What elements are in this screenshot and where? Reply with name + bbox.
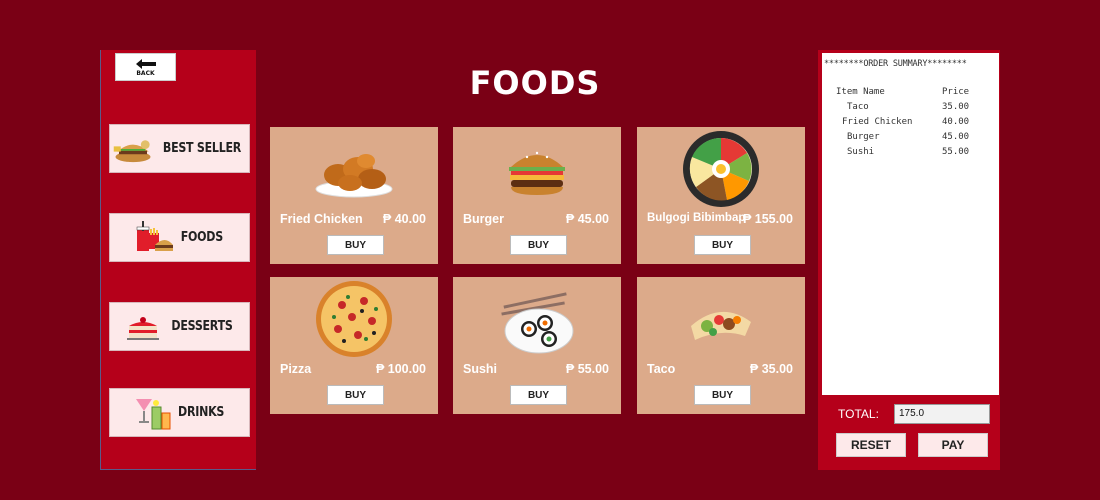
buy-button[interactable]: BUY bbox=[510, 385, 567, 405]
product-name: Sushi bbox=[463, 362, 498, 376]
sidebar-item-drinks[interactable]: DRINKS bbox=[109, 388, 250, 437]
page-title: FOODS bbox=[469, 64, 601, 102]
column-header-price: Price bbox=[942, 87, 970, 97]
product-price: ₱ 155.00 bbox=[742, 212, 793, 226]
buy-button[interactable]: BUY bbox=[327, 235, 384, 255]
cocktail-icon bbox=[130, 395, 172, 431]
order-summary-receipt[interactable]: ********ORDER SUMMARY******** Item Name … bbox=[822, 53, 999, 395]
sidebar-item-label: BEST SELLER bbox=[162, 141, 241, 156]
back-button[interactable]: BACK bbox=[115, 53, 176, 81]
product-card-sushi: Sushi ₱ 55.00 BUY bbox=[453, 277, 621, 414]
pay-button[interactable]: PAY bbox=[918, 433, 988, 457]
sidebar-item-desserts[interactable]: DESSERTS bbox=[109, 302, 250, 351]
burger-image bbox=[453, 135, 621, 207]
order-item-name: Sushi bbox=[847, 147, 875, 157]
product-card-burger: Burger ₱ 45.00 BUY bbox=[453, 127, 621, 264]
sidebar-item-best-seller[interactable]: BEST SELLER bbox=[109, 124, 250, 173]
product-card-taco: Taco ₱ 35.00 BUY bbox=[637, 277, 805, 414]
sidebar-item-foods[interactable]: FOODS bbox=[109, 213, 250, 262]
product-card-bulgogi-bibimbap: Bulgogi Bibimbap ₱ 155.00 BUY bbox=[637, 127, 805, 264]
product-name: Pizza bbox=[280, 362, 312, 376]
total-label: TOTAL: bbox=[838, 407, 879, 421]
fried-chicken-image bbox=[270, 135, 438, 207]
product-price: ₱ 55.00 bbox=[565, 362, 609, 376]
product-price: ₱ 40.00 bbox=[382, 212, 426, 226]
burger-basket-icon bbox=[112, 131, 154, 167]
fastfood-icon bbox=[133, 220, 175, 256]
sushi-image bbox=[453, 283, 621, 359]
reset-button[interactable]: RESET bbox=[836, 433, 906, 457]
order-item-price: 40.00 bbox=[942, 117, 970, 127]
product-card-fried-chicken: Fried Chicken ₱ 40.00 BUY bbox=[270, 127, 438, 264]
taco-image bbox=[637, 287, 805, 357]
buy-button[interactable]: BUY bbox=[694, 235, 751, 255]
sidebar-item-label: DRINKS bbox=[178, 405, 225, 420]
product-price: ₱ 100.00 bbox=[375, 362, 426, 376]
category-sidebar: BACK BEST SELLER FOODS DESSERTS DRINKS bbox=[100, 50, 256, 470]
order-summary-header: ********ORDER SUMMARY******** bbox=[824, 59, 967, 69]
buy-button[interactable]: BUY bbox=[327, 385, 384, 405]
cake-icon bbox=[122, 309, 164, 345]
product-name: Taco bbox=[647, 362, 676, 376]
buy-button[interactable]: BUY bbox=[694, 385, 751, 405]
order-item-name: Fried Chicken bbox=[842, 117, 913, 127]
product-name: Burger bbox=[463, 212, 504, 226]
order-item-price: 45.00 bbox=[942, 132, 970, 142]
product-name: Fried Chicken bbox=[280, 212, 363, 226]
buy-button[interactable]: BUY bbox=[510, 235, 567, 255]
bibimbap-image bbox=[637, 129, 805, 209]
product-card-pizza: Pizza ₱ 100.00 BUY bbox=[270, 277, 438, 414]
sidebar-item-label: DESSERTS bbox=[170, 319, 233, 334]
order-item-price: 35.00 bbox=[942, 102, 970, 112]
order-panel: ********ORDER SUMMARY******** Item Name … bbox=[818, 50, 1000, 470]
back-label: BACK bbox=[136, 69, 155, 77]
product-price: ₱ 35.00 bbox=[749, 362, 793, 376]
total-field[interactable]: 175.0 bbox=[894, 404, 990, 424]
order-item-name: Burger bbox=[847, 132, 880, 142]
column-header-item: Item Name bbox=[836, 87, 885, 97]
product-name: Bulgogi Bibimbap bbox=[647, 212, 746, 224]
pizza-image bbox=[270, 279, 438, 359]
product-price: ₱ 45.00 bbox=[565, 212, 609, 226]
back-arrow-icon bbox=[135, 58, 156, 69]
order-item-name: Taco bbox=[847, 102, 869, 112]
order-item-price: 55.00 bbox=[942, 147, 970, 157]
sidebar-item-label: FOODS bbox=[180, 230, 223, 245]
